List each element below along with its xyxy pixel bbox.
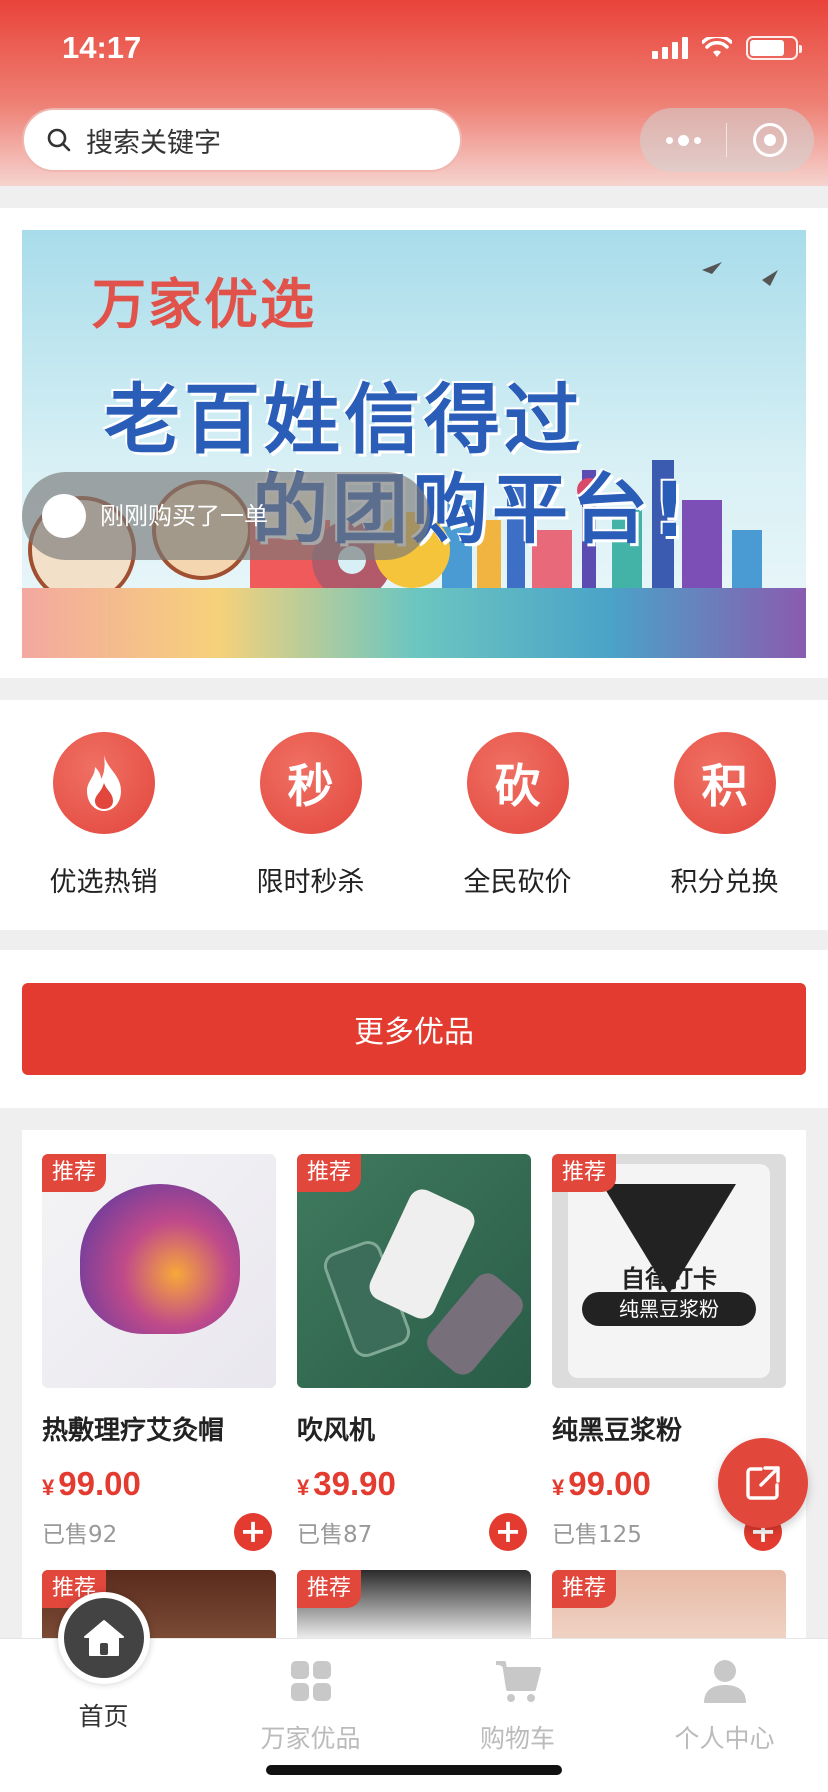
product-price: ¥39.90 — [297, 1465, 396, 1502]
recommend-badge: 推荐 — [552, 1570, 617, 1608]
wifi-icon — [702, 37, 732, 57]
banner-brand: 万家优选 — [92, 273, 316, 336]
shortcut-seckill[interactable]: 秒 限时秒杀 — [207, 700, 414, 930]
status-time: 14:17 — [62, 30, 142, 65]
signal-icon — [652, 37, 688, 59]
banner-section: 万家优选 老百姓信得过 的团购平台! 刚刚购买了一单 — [0, 208, 828, 834]
recommend-badge: 推荐 — [297, 1570, 362, 1608]
shortcut-points[interactable]: 积 积分兑换 — [621, 700, 828, 930]
user-icon — [703, 1660, 746, 1703]
add-to-cart-button[interactable]: + — [234, 1513, 272, 1551]
close-miniprogram-icon[interactable] — [727, 123, 813, 157]
search-placeholder: 搜索关键字 — [86, 127, 221, 159]
shortcut-bargain[interactable]: 砍 全民砍价 — [414, 700, 621, 930]
status-icons — [652, 36, 802, 60]
shortcut-label: 积分兑换 — [670, 867, 779, 898]
home-icon — [84, 1620, 124, 1656]
more-products-button[interactable]: 更多优品 — [22, 983, 806, 1075]
shortcut-hot-sale[interactable]: 优选热销 — [0, 700, 207, 930]
avatar — [42, 494, 86, 538]
notice-text: 刚刚购买了一单 — [100, 502, 268, 530]
seckill-icon: 秒 — [259, 732, 362, 834]
product-image[interactable]: 自律打卡 纯黑豆浆粉 推荐 — [552, 1154, 786, 1388]
promo-banner[interactable]: 万家优选 老百姓信得过 的团购平台! — [22, 230, 806, 658]
tab-label: 首页 — [78, 1702, 129, 1731]
more-section: 更多优品 — [0, 950, 828, 1108]
product-card[interactable]: 推荐 — [297, 1570, 531, 1640]
product-image[interactable]: 推荐 — [42, 1154, 276, 1388]
home-tab-bubble[interactable] — [58, 1592, 150, 1684]
package-label: 纯黑豆浆粉 — [582, 1292, 756, 1326]
recommend-badge: 推荐 — [297, 1154, 362, 1192]
tab-label: 购物车 — [479, 1724, 555, 1753]
header-bar: 14:17 搜索关键字 — [0, 0, 828, 186]
product-grid: 推荐 热敷理疗艾灸帽 ¥99.00 已售92 + 推荐 吹风机 ¥39.90 已… — [22, 1130, 806, 1640]
flame-icon — [52, 732, 155, 834]
tab-label: 个人中心 — [674, 1724, 775, 1753]
home-indicator — [266, 1765, 562, 1775]
shortcut-label: 限时秒杀 — [256, 867, 365, 898]
tab-label: 万家优品 — [260, 1724, 361, 1753]
recommend-badge: 推荐 — [42, 1154, 107, 1192]
product-image[interactable]: 推荐 — [297, 1154, 531, 1388]
search-bar[interactable]: 搜索关键字 — [22, 108, 462, 172]
shortcut-grid: 优选热销 秒 限时秒杀 砍 全民砍价 积 积分兑换 — [0, 700, 828, 930]
share-button[interactable] — [718, 1438, 808, 1528]
product-name: 热敷理疗艾灸帽 — [42, 1416, 225, 1446]
product-card[interactable]: 推荐 — [552, 1570, 786, 1640]
cart-icon — [495, 1661, 541, 1702]
product-name: 吹风机 — [297, 1416, 376, 1446]
tab-profile[interactable]: 个人中心 — [621, 1639, 828, 1792]
bargain-icon: 砍 — [466, 732, 569, 834]
product-image[interactable]: 推荐 — [552, 1570, 786, 1640]
shortcut-label: 优选热销 — [49, 867, 158, 898]
shortcut-label: 全民砍价 — [463, 867, 572, 898]
add-to-cart-button[interactable]: + — [489, 1513, 527, 1551]
purchase-notice: 刚刚购买了一单 — [22, 472, 430, 560]
product-card[interactable]: 推荐 吹风机 ¥39.90 已售87 + — [297, 1154, 531, 1551]
package-label: 自律打卡 — [621, 1265, 717, 1293]
share-icon — [746, 1466, 780, 1500]
recommend-badge: 推荐 — [552, 1154, 617, 1192]
points-icon: 积 — [673, 732, 776, 834]
battery-icon — [746, 36, 802, 60]
product-image[interactable]: 推荐 — [297, 1570, 531, 1640]
miniprogram-capsule — [640, 108, 814, 172]
product-card[interactable]: 推荐 热敷理疗艾灸帽 ¥99.00 已售92 + — [42, 1154, 276, 1551]
more-menu-icon[interactable] — [640, 134, 726, 146]
product-price: ¥99.00 — [42, 1465, 141, 1502]
search-icon — [47, 128, 71, 152]
grid-icon — [290, 1661, 331, 1701]
